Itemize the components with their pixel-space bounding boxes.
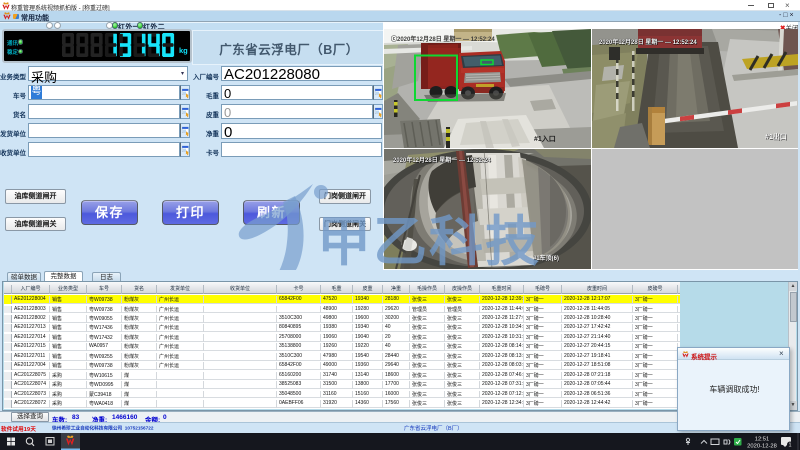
- svg-text:1: 1: [788, 443, 791, 449]
- svg-text:12:51: 12:51: [755, 437, 770, 443]
- svg-text:2020-12-28: 2020-12-28: [747, 444, 777, 450]
